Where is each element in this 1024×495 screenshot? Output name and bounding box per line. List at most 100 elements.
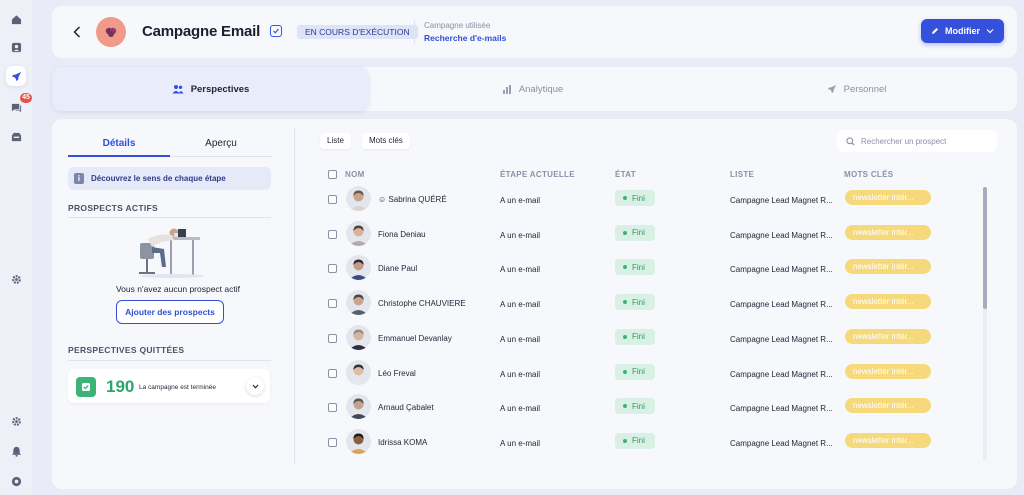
row-checkbox[interactable]: [328, 264, 337, 274]
status-badge: Fini: [615, 328, 655, 345]
page-title: Campagne Email: [142, 23, 261, 40]
select-all-checkbox[interactable]: [328, 170, 337, 179]
help-icon[interactable]: [6, 471, 26, 491]
add-prospects-button[interactable]: Ajouter des prospects: [116, 300, 224, 324]
row-checkbox[interactable]: [328, 437, 337, 447]
status-dot-icon: [623, 196, 627, 200]
header-divider: [414, 20, 415, 44]
modify-button[interactable]: Modifier: [921, 19, 1004, 43]
tab-personnel[interactable]: Personnel: [696, 67, 1017, 111]
tab-perspectives[interactable]: Perspectives: [52, 67, 369, 111]
column-header-step[interactable]: ÉTAPE ACTUELLE: [500, 170, 575, 179]
table-row[interactable]: Fiona Deniau A un e-mail Fini Campagne Lead…: [320, 218, 980, 252]
status-text: Fini: [632, 332, 645, 342]
rocket-icon: [827, 84, 836, 94]
prospect-name[interactable]: ☺ Sabrina QUÉRÉ: [378, 195, 447, 204]
campaign-avatar: [96, 17, 126, 47]
rocket-icon[interactable]: [6, 66, 26, 86]
prospect-name[interactable]: Fiona Deniau: [378, 230, 426, 239]
settings-icon[interactable]: [6, 411, 26, 431]
status-badge: Fini: [615, 398, 655, 415]
chevron-down-icon: [986, 29, 994, 34]
table-row[interactable]: Arnaud Çabalet A un e-mail Fini Campagne Le…: [320, 391, 980, 425]
keyword-tag[interactable]: newsletter intér...: [845, 398, 931, 414]
status-dot-icon: [623, 404, 627, 409]
prospect-name-text: Emmanuel Devanlay: [378, 333, 452, 343]
subtab-details[interactable]: Détails: [68, 131, 170, 157]
tab-analytique-label: Analytique: [518, 83, 564, 95]
current-step: A un e-mail: [500, 300, 541, 310]
contacts-icon[interactable]: [6, 37, 26, 57]
scrollbar-thumb[interactable]: [983, 187, 987, 309]
list-name[interactable]: Campagne Lead Magnet R...: [730, 265, 833, 274]
info-icon: i: [74, 173, 84, 184]
row-checkbox[interactable]: [328, 195, 337, 204]
table-row[interactable]: Diane Paul A un e-mail Fini Campagne Lead M…: [320, 252, 980, 286]
table-row[interactable]: ☺ Sabrina QUÉRÉ A un e-mail Fini Campagne L…: [320, 183, 980, 217]
row-checkbox[interactable]: [328, 333, 337, 343]
search-input[interactable]: [861, 136, 991, 146]
filter-list-button[interactable]: Liste: [320, 133, 351, 149]
keyword-tag[interactable]: newsletter intér...: [845, 328, 931, 344]
column-header-state[interactable]: ÉTAT: [615, 170, 636, 179]
row-checkbox[interactable]: [328, 403, 337, 413]
search-icon: [846, 136, 855, 146]
status-badge: Fini: [615, 190, 655, 206]
prospect-name[interactable]: Diane Paul: [378, 264, 417, 273]
avatar: [346, 186, 371, 211]
current-step: A un e-mail: [500, 404, 541, 414]
campaign-used-link[interactable]: Recherche d'e-mails: [424, 33, 506, 43]
current-step: A un e-mail: [500, 196, 541, 205]
table-row[interactable]: Emmanuel Devanlay A un e-mail Fini Campagne…: [320, 322, 980, 356]
current-step: A un e-mail: [500, 369, 541, 379]
list-name[interactable]: Campagne Lead Magnet R...: [730, 335, 833, 344]
empty-state-illustration: [139, 228, 204, 278]
back-button[interactable]: [68, 22, 86, 42]
main-panel: Détails Aperçu i Découvrez le sens de ch…: [52, 119, 1017, 489]
prospect-name[interactable]: Emmanuel Devanlay: [378, 334, 452, 343]
campaign-used-label: Campagne utilisée: [424, 21, 491, 30]
prospect-name[interactable]: Léo Freval: [378, 369, 416, 378]
column-header-list[interactable]: LISTE: [730, 170, 754, 179]
discover-label: Découvrez le sens de chaque étape: [91, 174, 226, 183]
keyword-tag[interactable]: newsletter intér...: [845, 259, 931, 275]
keyword-tag[interactable]: newsletter intér...: [845, 432, 931, 448]
home-icon[interactable]: [6, 9, 26, 29]
subtab-apercu[interactable]: Aperçu: [170, 131, 272, 157]
row-checkbox[interactable]: [328, 229, 337, 239]
row-checkbox[interactable]: [328, 299, 337, 309]
discover-steps-link[interactable]: i Découvrez le sens de chaque étape: [68, 167, 271, 190]
list-name[interactable]: Campagne Lead Magnet R...: [730, 300, 833, 309]
list-name[interactable]: Campagne Lead Magnet R...: [730, 370, 833, 379]
edit-check-icon[interactable]: [270, 25, 282, 37]
table-row[interactable]: Léo Freval A un e-mail Fini Campagne Lead M…: [320, 357, 980, 391]
status-text: Fini: [632, 193, 645, 203]
settings-icon[interactable]: [6, 269, 26, 289]
list-name[interactable]: Campagne Lead Magnet R...: [730, 231, 833, 240]
status-dot-icon: [623, 230, 627, 235]
inbox-icon[interactable]: [6, 127, 26, 147]
table-row[interactable]: Christophe CHAUVIERE A un e-mail Fini Campa…: [320, 287, 980, 321]
row-checkbox[interactable]: [328, 368, 337, 378]
keyword-tag[interactable]: newsletter intér...: [845, 224, 931, 240]
current-step: A un e-mail: [500, 438, 541, 448]
bell-icon[interactable]: [6, 441, 26, 461]
column-header-name[interactable]: NOM: [345, 170, 365, 179]
table-row[interactable]: Idrissa KOMA A un e-mail Fini Campagne Lead…: [320, 426, 980, 460]
list-name[interactable]: Campagne Lead Magnet R...: [730, 196, 833, 205]
prospect-name[interactable]: Arnaud Çabalet: [378, 403, 434, 412]
keyword-tag[interactable]: newsletter intér...: [845, 190, 931, 205]
keyword-tag[interactable]: newsletter intér...: [845, 363, 931, 379]
list-name[interactable]: Campagne Lead Magnet R...: [730, 439, 833, 448]
prospect-name[interactable]: Idrissa KOMA: [378, 438, 427, 447]
expand-button[interactable]: [246, 377, 264, 395]
list-name[interactable]: Campagne Lead Magnet R...: [730, 404, 833, 413]
keyword-tag[interactable]: newsletter intér...: [845, 294, 931, 310]
avatar: [346, 220, 371, 246]
column-header-keywords[interactable]: MOTS CLÉS: [844, 170, 893, 179]
filter-keywords-button[interactable]: Mots clés: [362, 133, 410, 149]
tab-analytique[interactable]: Analytique: [369, 67, 696, 111]
checkbox-icon: [76, 377, 96, 397]
prospect-name[interactable]: Christophe CHAUVIERE: [378, 299, 466, 308]
prospect-name-text: Fiona Deniau: [378, 229, 426, 239]
